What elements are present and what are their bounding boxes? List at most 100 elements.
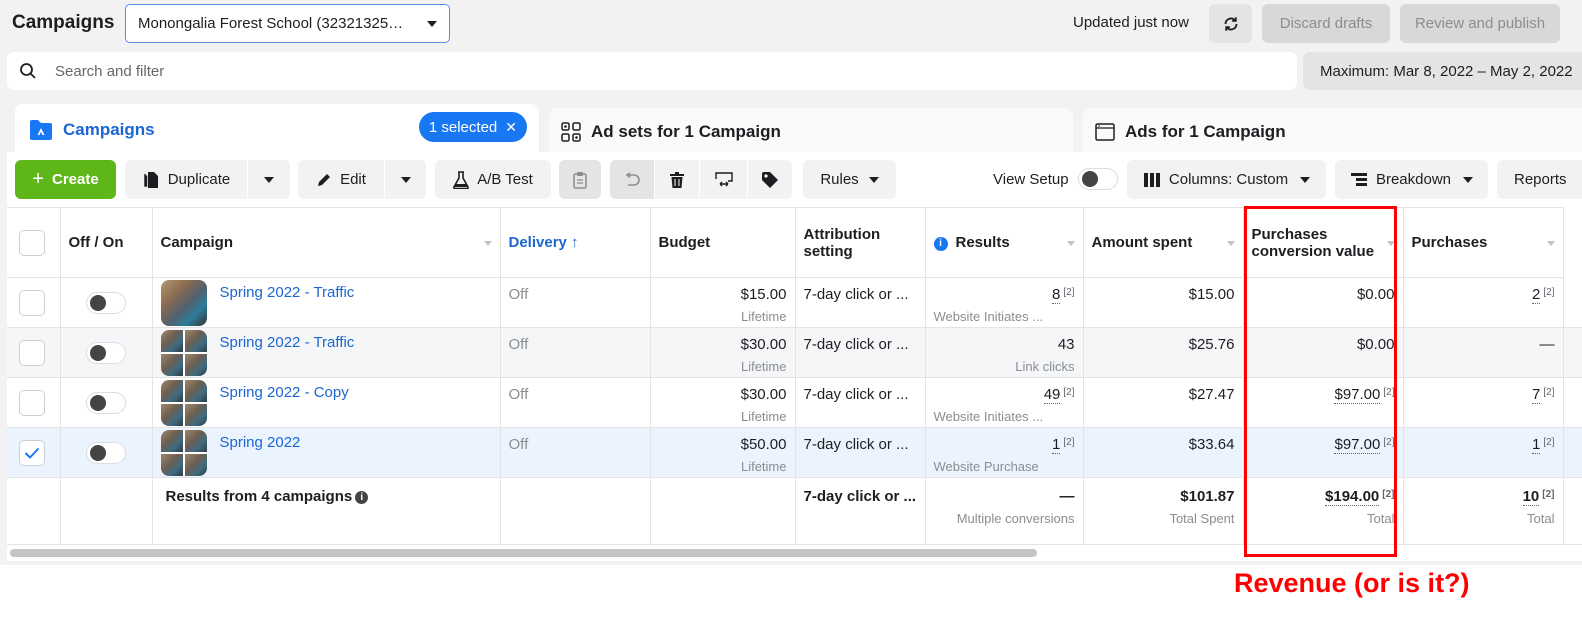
cell-value: — xyxy=(1539,336,1555,353)
sort-caret-icon[interactable] xyxy=(1546,241,1555,246)
create-label: Create xyxy=(51,171,99,188)
account-selector[interactable]: Monongalia Forest School (32321325… xyxy=(125,4,450,43)
clear-selection-icon[interactable]: ✕ xyxy=(505,119,517,136)
campaign-on-off-toggle[interactable] xyxy=(85,292,126,314)
empty-cell xyxy=(1563,327,1582,378)
duplicate-icon xyxy=(143,171,158,188)
footnote-ref: [2] xyxy=(1063,387,1075,398)
campaign-name-link[interactable]: Spring 2022 - Traffic xyxy=(220,334,355,376)
duplicate-dropdown[interactable] xyxy=(248,160,290,199)
row-checkbox[interactable] xyxy=(19,340,45,366)
summary-label: Results from 4 campaigns xyxy=(165,488,353,505)
column-header-off-on[interactable]: Off / On xyxy=(60,207,153,278)
row-checkbox[interactable] xyxy=(19,390,45,416)
delete-button[interactable] xyxy=(655,160,699,199)
paste-button[interactable] xyxy=(559,160,601,199)
annotation-label: Revenue (or is it?) xyxy=(1234,568,1470,598)
edit-button[interactable]: Edit xyxy=(298,160,384,199)
attribution-cell: 7-day click or ... xyxy=(795,377,926,428)
date-range-picker[interactable]: Maximum: Mar 8, 2022 – May 2, 2022 xyxy=(1303,52,1582,90)
table-row[interactable]: Spring 2022 Off $50.00 Lifetime 7-day click … xyxy=(7,427,1582,478)
campaign-on-off-toggle[interactable] xyxy=(85,342,126,364)
empty-cell xyxy=(1563,277,1582,328)
footnote-ref: [2] xyxy=(1063,287,1075,298)
campaign-name-link[interactable]: Spring 2022 - Traffic xyxy=(220,284,355,326)
budget-type: Lifetime xyxy=(740,409,787,424)
column-header-label: Purchases xyxy=(1411,234,1488,251)
duplicate-button[interactable]: Duplicate xyxy=(125,160,247,199)
sort-caret-icon[interactable] xyxy=(483,241,492,246)
cell-value[interactable]: 7 xyxy=(1532,386,1541,404)
breakdown-dropdown[interactable]: Breakdown xyxy=(1335,160,1488,199)
campaign-on-off-toggle[interactable] xyxy=(85,442,126,464)
campaign-name-link[interactable]: Spring 2022 xyxy=(220,434,301,476)
table-row[interactable]: Spring 2022 - Traffic Off $30.00 Lifetime 7-… xyxy=(7,327,1582,378)
amount-spent-cell: $33.64 xyxy=(1083,427,1244,478)
tab-ads[interactable]: Ads for 1 Campaign xyxy=(1083,108,1582,156)
row-checkbox[interactable] xyxy=(19,290,45,316)
column-header-amount-spent[interactable]: Amount spent xyxy=(1083,207,1244,278)
cell-value[interactable]: $97.00 xyxy=(1334,436,1381,454)
cell-value[interactable]: 49 xyxy=(1043,386,1061,404)
table-row[interactable]: Spring 2022 - Copy Off $30.00 Lifetime 7-day… xyxy=(7,377,1582,428)
refresh-button[interactable] xyxy=(1209,4,1252,43)
results-cell: 1 [2] Website Purchase xyxy=(925,427,1084,478)
tab-campaigns[interactable]: Campaigns 1 selected ✕ xyxy=(15,104,539,156)
column-header-delivery[interactable]: Delivery ↑ xyxy=(500,207,651,278)
cell-value[interactable]: 1 xyxy=(1532,436,1541,454)
budget-type: Lifetime xyxy=(740,359,787,374)
review-publish-button[interactable]: Review and publish xyxy=(1400,4,1560,43)
column-header-purchases[interactable]: Purchases xyxy=(1403,207,1564,278)
columns-dropdown[interactable]: Columns: Custom xyxy=(1127,160,1326,199)
cell-value[interactable]: $97.00 xyxy=(1334,386,1381,404)
column-header-budget[interactable]: Budget xyxy=(650,207,796,278)
campaign-cell: Spring 2022 - Copy xyxy=(152,377,501,428)
compare-button[interactable] xyxy=(700,160,747,199)
footnote-ref: [2] xyxy=(1543,287,1555,298)
footnote-ref: [2] xyxy=(1543,387,1555,398)
select-all-checkbox[interactable] xyxy=(19,229,45,256)
tag-button[interactable] xyxy=(748,160,792,199)
tag-icon xyxy=(762,171,778,188)
discard-drafts-button[interactable]: Discard drafts xyxy=(1262,4,1390,43)
create-button[interactable]: + Create xyxy=(15,160,116,199)
info-icon[interactable]: i xyxy=(355,491,369,504)
horizontal-scrollbar[interactable] xyxy=(10,549,1037,557)
campaign-name-link[interactable]: Spring 2022 - Copy xyxy=(220,384,349,426)
ab-test-button[interactable]: A/B Test xyxy=(435,160,551,199)
edit-dropdown[interactable] xyxy=(385,160,426,199)
rules-dropdown[interactable]: Rules xyxy=(803,160,896,199)
summary-empty-cell xyxy=(650,477,796,545)
column-header-results[interactable]: i Results xyxy=(925,207,1084,278)
row-checkbox[interactable] xyxy=(19,440,45,466)
table-row[interactable]: Spring 2022 - Traffic Off $15.00 Lifetime 7-… xyxy=(7,277,1582,328)
results-type: Website Initiates ... xyxy=(933,309,1044,324)
search-input[interactable] xyxy=(55,62,855,80)
campaign-cell: Spring 2022 - Traffic xyxy=(152,327,501,378)
view-setup-toggle[interactable] xyxy=(1078,168,1118,190)
clipboard-icon xyxy=(573,171,587,189)
sort-caret-icon[interactable] xyxy=(1226,241,1235,246)
column-header-attribution[interactable]: Attribution setting xyxy=(795,207,926,278)
summary-conv-value[interactable]: $194.00 xyxy=(1325,488,1380,506)
cell-value[interactable]: 2 xyxy=(1532,286,1541,304)
info-icon[interactable]: i xyxy=(933,237,948,251)
sort-caret-icon[interactable] xyxy=(1066,241,1075,246)
column-header-campaign[interactable]: Campaign xyxy=(152,207,501,278)
row-toggle-cell xyxy=(60,377,153,428)
sort-caret-icon[interactable] xyxy=(1386,241,1395,246)
selected-count-badge[interactable]: 1 selected ✕ xyxy=(418,112,527,142)
tab-ad-sets[interactable]: Ad sets for 1 Campaign xyxy=(549,108,1073,156)
undo-button[interactable] xyxy=(610,160,654,199)
campaign-on-off-toggle[interactable] xyxy=(85,392,126,414)
attribution-cell: 7-day click or ... xyxy=(795,277,926,328)
results-cell: 49 [2] Website Initiates ... xyxy=(925,377,1084,428)
reports-dropdown[interactable]: Reports xyxy=(1497,160,1582,199)
toggle-knob xyxy=(89,395,106,411)
summary-results: — xyxy=(1059,488,1075,505)
column-header-purchases-conversion-value[interactable]: Purchases conversion value xyxy=(1243,207,1404,278)
cell-value[interactable]: 1 xyxy=(1052,436,1061,454)
cell-value[interactable]: 8 xyxy=(1052,286,1061,304)
delivery-cell: Off xyxy=(500,277,651,328)
summary-purchases[interactable]: 10 xyxy=(1522,488,1540,506)
